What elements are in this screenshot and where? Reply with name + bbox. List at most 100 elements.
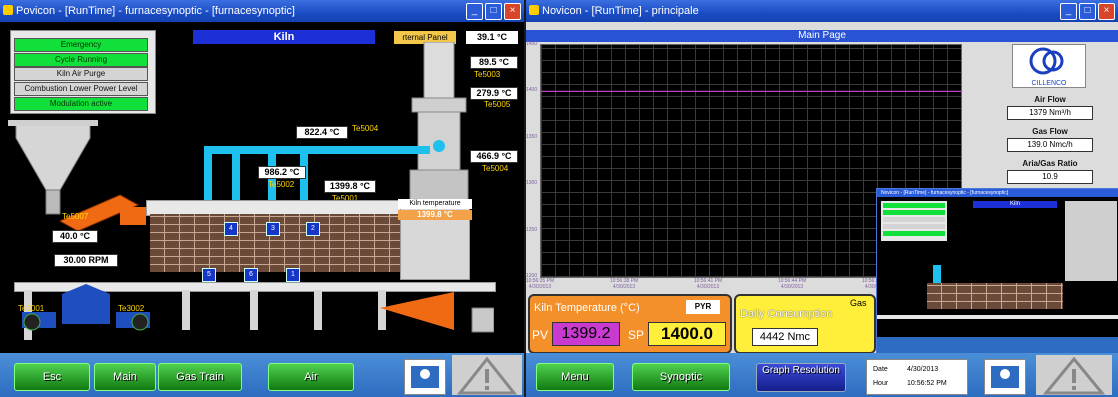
x-tick-label: 10:56:44 PM 4/30/2013: [777, 278, 807, 290]
warning-icon[interactable]: [452, 355, 522, 395]
synoptic-button[interactable]: Synoptic: [632, 363, 730, 391]
daily-consumption-label: Daily Consumption: [740, 308, 833, 320]
ratio-card: Aria/Gas Ratio 10.9: [986, 156, 1114, 192]
tag-te3002: Te3002: [118, 304, 145, 313]
left-window-title: Povicon - [RunTime] - furnacesynoptic - …: [16, 5, 295, 17]
exhaust-stack: [409, 42, 469, 220]
daily-consumption-value: 4442 Nmc: [752, 328, 818, 346]
pv-value: 1399.2: [552, 322, 620, 346]
te5004-value: 822.4 °C: [296, 126, 348, 139]
hour-value: 10:56:52 PM: [907, 380, 947, 387]
tag-te3001: Te3001: [18, 304, 45, 313]
date-value: 4/30/2013: [907, 366, 939, 373]
kiln-temperature-label: Kiln Temperature (°C): [534, 302, 640, 314]
operator-manual-icon[interactable]: [404, 359, 446, 395]
ratio-value: 10.9: [1007, 170, 1093, 184]
left-nav-bar: Esc Main Gas Train Air: [0, 353, 524, 397]
air-flow-card: Air Flow 1379 Nm³/h: [986, 92, 1114, 128]
left-title-bar[interactable]: Povicon - [RunTime] - furnacesynoptic - …: [0, 0, 524, 22]
minimize-icon[interactable]: _: [466, 3, 483, 20]
overlay-synoptic-window[interactable]: Novicon - [RunTime] - furnacesynoptic - …: [876, 188, 1118, 356]
gas-flow-value: 139.0 Nmc/h: [1007, 138, 1093, 152]
kiln-temp-label: Kiln temperature: [398, 199, 472, 209]
hour-label: Hour: [873, 380, 889, 387]
tag-te5002: Te5002: [268, 180, 295, 189]
pyr-button[interactable]: PYR: [686, 300, 720, 314]
app-icon: [529, 5, 539, 15]
tag-te5004: Te5004: [352, 124, 379, 133]
y-tick-label: 1300: [526, 180, 538, 187]
kiln-temperature-panel: Kiln Temperature (°C) PYR PV 1399.2 SP 1…: [528, 294, 732, 354]
air-button[interactable]: Air: [268, 363, 354, 391]
x-tick-label: 10:56:35 PM 4/30/2013: [526, 278, 555, 290]
graph-resolution-button[interactable]: Graph Resolution: [756, 363, 846, 392]
kiln-temp-value: 1399.8 °C: [398, 210, 472, 220]
y-axis: 1450 1400 1350 1300 1250 1200: [526, 41, 540, 279]
tag-te5007: Te5007: [62, 212, 89, 221]
y-tick-label: 1400: [526, 87, 538, 94]
esc-button[interactable]: Esc: [14, 363, 90, 391]
status-kiln-air-purge: Kiln Air Purge: [14, 67, 148, 81]
y-tick-label: 1450: [526, 41, 538, 47]
sp-value[interactable]: 1400.0: [648, 322, 726, 346]
tag-te5008: Te5004: [482, 164, 509, 173]
status-emergency: Emergency: [14, 38, 148, 52]
close-icon[interactable]: ×: [504, 3, 521, 20]
rpm-value: 30.00 RPM: [54, 254, 118, 267]
gas-train-button[interactable]: Gas Train: [158, 363, 242, 391]
minimize-icon[interactable]: _: [1060, 3, 1077, 20]
status-cycle-running: Cycle Running: [14, 53, 148, 67]
burner-6[interactable]: 6: [244, 268, 258, 282]
right-title-bar[interactable]: Novicon - [RunTime] - principale _ □ ×: [526, 0, 1118, 22]
te5001-value: 1399.8 °C: [324, 180, 376, 193]
furnace-synoptic-window: Povicon - [RunTime] - furnacesynoptic - …: [0, 0, 524, 397]
logo-text: CILLENCO: [1031, 80, 1067, 87]
main-page-window: Novicon - [RunTime] - principale _ □ × M…: [526, 0, 1118, 397]
gas-consumption-panel: Gas Daily Consumption 4442 Nmc: [734, 294, 876, 354]
te5005-value: 279.9 °C: [470, 87, 518, 100]
tag-te5005: Te5005: [484, 100, 511, 109]
gas-flow-card: Gas Flow 139.0 Nmc/h: [986, 124, 1114, 160]
warning-icon[interactable]: [1036, 355, 1112, 395]
operator-manual-icon[interactable]: [984, 359, 1026, 395]
overlay-floor: [877, 315, 1118, 319]
date-label: Date: [873, 366, 888, 373]
status-combustion-lower-power: Combustion Lower Power Level: [14, 82, 148, 96]
combustion-fan-unit[interactable]: [18, 284, 154, 346]
status-modulation: Modulation active: [14, 97, 148, 111]
burner-5[interactable]: 5: [202, 268, 216, 282]
right-nav-bar: Menu Synoptic Graph Resolution Date 4/30…: [526, 353, 1118, 397]
gas-label: Gas: [850, 298, 867, 308]
air-flow-value: 1379 Nm³/h: [1007, 106, 1093, 120]
te5003-value: 89.5 °C: [470, 56, 518, 69]
overlay-header: Kiln: [973, 201, 1057, 208]
maximize-icon[interactable]: □: [1079, 3, 1096, 20]
y-tick-label: 1250: [526, 226, 538, 233]
overlay-stack: [1065, 201, 1117, 281]
burner-4[interactable]: 4: [224, 222, 238, 236]
y-tick-label: 1350: [526, 133, 538, 140]
app-icon: [3, 5, 13, 15]
right-window-title: Novicon - [RunTime] - principale: [542, 5, 699, 17]
feeder-temp-value: 40.0 °C: [52, 230, 98, 243]
date-time-panel: Date 4/30/2013 Hour 10:56:52 PM: [866, 359, 968, 395]
x-tick-label: 10:56:38 PM 4/30/2013: [609, 278, 639, 290]
burner-1[interactable]: 1: [286, 268, 300, 282]
maximize-icon[interactable]: □: [485, 3, 502, 20]
air-flow-title: Air Flow: [1034, 95, 1066, 104]
main-button[interactable]: Main: [94, 363, 156, 391]
close-icon[interactable]: ×: [1098, 3, 1115, 20]
te5002-value: 986.2 °C: [258, 166, 306, 179]
tag-te5003: Te5003: [474, 70, 501, 79]
kiln-header: Kiln: [193, 30, 375, 44]
sp-label: SP: [628, 328, 645, 342]
gas-flow-title: Gas Flow: [1032, 127, 1068, 136]
burner-2[interactable]: 2: [306, 222, 320, 236]
overlay-kiln: [927, 283, 1063, 309]
burner-3[interactable]: 3: [266, 222, 280, 236]
menu-button[interactable]: Menu: [536, 363, 614, 391]
te5008-value: 466.9 °C: [470, 150, 518, 163]
company-logo: CILLENCO: [1012, 44, 1086, 88]
overlay-status-panel: [881, 201, 947, 241]
overlay-title: Novicon - [RunTime] - furnacesynoptic - …: [877, 189, 1118, 197]
